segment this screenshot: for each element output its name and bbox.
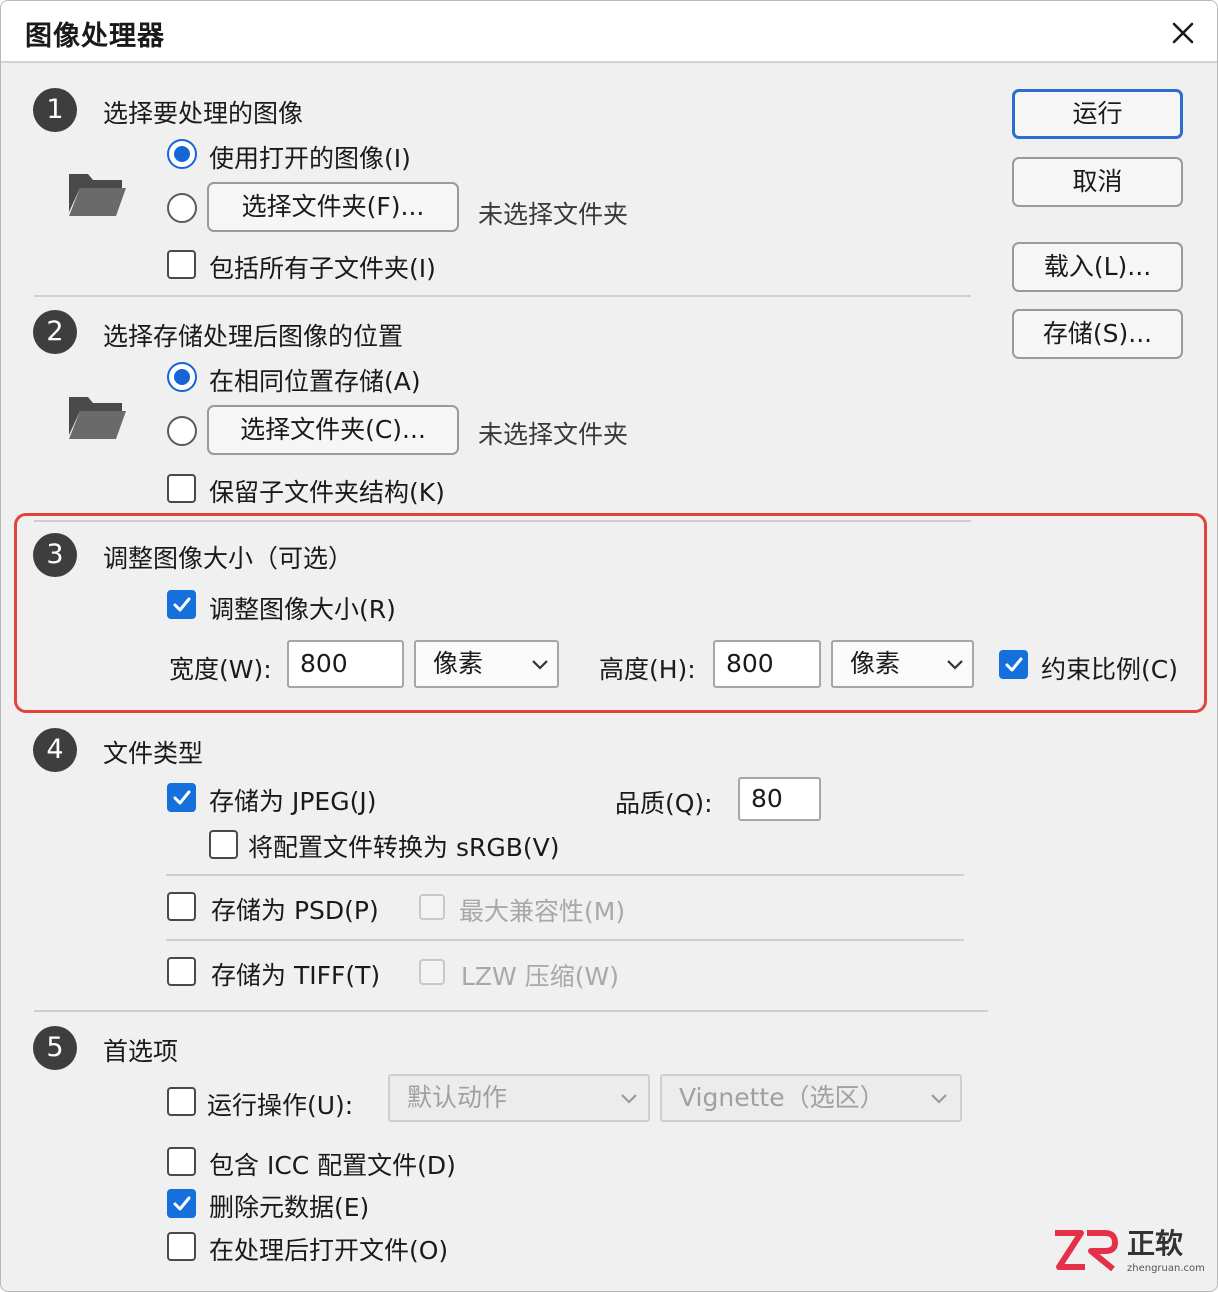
constrain-label: 约束比例(C)	[1041, 655, 1178, 684]
title-bar: 图像处理器	[1, 1, 1217, 63]
close-icon[interactable]	[1163, 13, 1203, 53]
save-psd-checkbox[interactable]	[167, 892, 196, 921]
convert-srgb-checkbox[interactable]	[209, 830, 238, 859]
section-divider	[166, 874, 964, 876]
keep-folder-structure-checkbox[interactable]	[167, 474, 196, 503]
quality-input[interactable]: 80	[738, 777, 821, 821]
remove-metadata-checkbox[interactable]	[167, 1189, 196, 1218]
run-button[interactable]: 运行	[1012, 89, 1183, 139]
step-number-3: 3	[33, 533, 77, 577]
svg-text:正软: 正软	[1127, 1227, 1183, 1260]
dialog-title: 图像处理器	[25, 21, 165, 52]
action-set-value: 默认动作	[407, 1083, 508, 1112]
lzw-checkbox[interactable]	[419, 959, 445, 985]
run-action-checkbox[interactable]	[167, 1087, 196, 1116]
use-open-images-radio[interactable]	[167, 139, 197, 169]
choose-destination-folder-button[interactable]: 选择文件夹(C)...	[207, 405, 459, 455]
chevron-down-icon	[532, 660, 548, 670]
chevron-down-icon	[931, 1094, 947, 1104]
include-icc-label: 包含 ICC 配置文件(D)	[209, 1151, 456, 1180]
save-same-location-label: 在相同位置存储(A)	[209, 367, 421, 396]
max-compat-label: 最大兼容性(M)	[459, 897, 626, 926]
image-processor-dialog: 图像处理器 运行 取消 载入(L)... 存储(S)... 1 选择要处理的图像…	[0, 0, 1218, 1292]
chevron-down-icon	[947, 660, 963, 670]
open-after-checkbox[interactable]	[167, 1232, 196, 1261]
action-select[interactable]: Vignette（选区）	[660, 1074, 962, 1122]
save-tiff-checkbox[interactable]	[167, 957, 196, 986]
save-jpeg-label: 存储为 JPEG(J)	[209, 787, 377, 816]
width-input[interactable]: 800	[287, 640, 404, 688]
step-number-1: 1	[33, 88, 77, 132]
folder-icon	[66, 391, 128, 441]
section1-heading: 选择要处理的图像	[103, 99, 304, 128]
zhengruan-logo: 正软 zhengruan.com	[1051, 1223, 1211, 1279]
action-value: Vignette（选区）	[679, 1083, 885, 1112]
section2-heading: 选择存储处理后图像的位置	[103, 322, 404, 351]
save-same-location-radio[interactable]	[167, 362, 197, 392]
step-number-4: 4	[33, 728, 77, 772]
section-divider	[166, 939, 964, 941]
height-label: 高度(H):	[599, 655, 696, 684]
save-jpeg-checkbox[interactable]	[167, 783, 196, 812]
destination-folder-radio[interactable]	[167, 416, 197, 446]
include-subfolders-label: 包括所有子文件夹(I)	[209, 254, 436, 283]
save-tiff-label: 存储为 TIFF(T)	[211, 961, 381, 990]
include-icc-checkbox[interactable]	[167, 1147, 196, 1176]
load-button[interactable]: 载入(L)...	[1012, 242, 1183, 292]
width-label: 宽度(W):	[169, 655, 272, 684]
run-action-label: 运行操作(U):	[207, 1091, 354, 1120]
step-number-2: 2	[33, 310, 77, 354]
chevron-down-icon	[621, 1094, 637, 1104]
include-subfolders-checkbox[interactable]	[167, 250, 196, 279]
use-open-images-label: 使用打开的图像(I)	[209, 144, 411, 173]
resize-checkbox[interactable]	[167, 590, 196, 619]
section5-heading: 首选项	[103, 1037, 179, 1066]
source-folder-status: 未选择文件夹	[478, 200, 629, 229]
step-number-5: 5	[33, 1026, 77, 1070]
destination-folder-status: 未选择文件夹	[478, 420, 629, 449]
convert-srgb-label: 将配置文件转换为 sRGB(V)	[248, 833, 560, 862]
width-unit-select[interactable]: 像素	[414, 640, 559, 688]
open-after-label: 在处理后打开文件(O)	[209, 1236, 449, 1265]
remove-metadata-label: 删除元数据(E)	[209, 1193, 370, 1222]
choose-source-folder-button[interactable]: 选择文件夹(F)...	[207, 182, 459, 232]
height-input[interactable]: 800	[713, 640, 821, 688]
folder-icon	[66, 168, 128, 218]
svg-text:zhengruan.com: zhengruan.com	[1127, 1263, 1205, 1274]
section3-heading: 调整图像大小（可选）	[103, 544, 354, 573]
keep-folder-structure-label: 保留子文件夹结构(K)	[209, 478, 445, 507]
section-divider	[34, 1010, 988, 1012]
section4-heading: 文件类型	[103, 739, 204, 768]
lzw-label: LZW 压缩(W)	[461, 962, 619, 991]
section-divider	[34, 520, 971, 522]
max-compat-checkbox[interactable]	[419, 894, 445, 920]
height-unit-select[interactable]: 像素	[831, 640, 974, 688]
constrain-checkbox[interactable]	[999, 650, 1028, 679]
resize-label: 调整图像大小(R)	[209, 595, 396, 624]
save-settings-button[interactable]: 存储(S)...	[1012, 309, 1183, 359]
cancel-button[interactable]: 取消	[1012, 157, 1183, 207]
action-set-select[interactable]: 默认动作	[388, 1074, 650, 1122]
section-divider	[34, 295, 971, 297]
quality-label: 品质(Q):	[615, 789, 713, 818]
save-psd-label: 存储为 PSD(P)	[211, 896, 379, 925]
source-folder-radio[interactable]	[167, 193, 197, 223]
width-unit-value: 像素	[433, 649, 484, 678]
height-unit-value: 像素	[850, 649, 901, 678]
